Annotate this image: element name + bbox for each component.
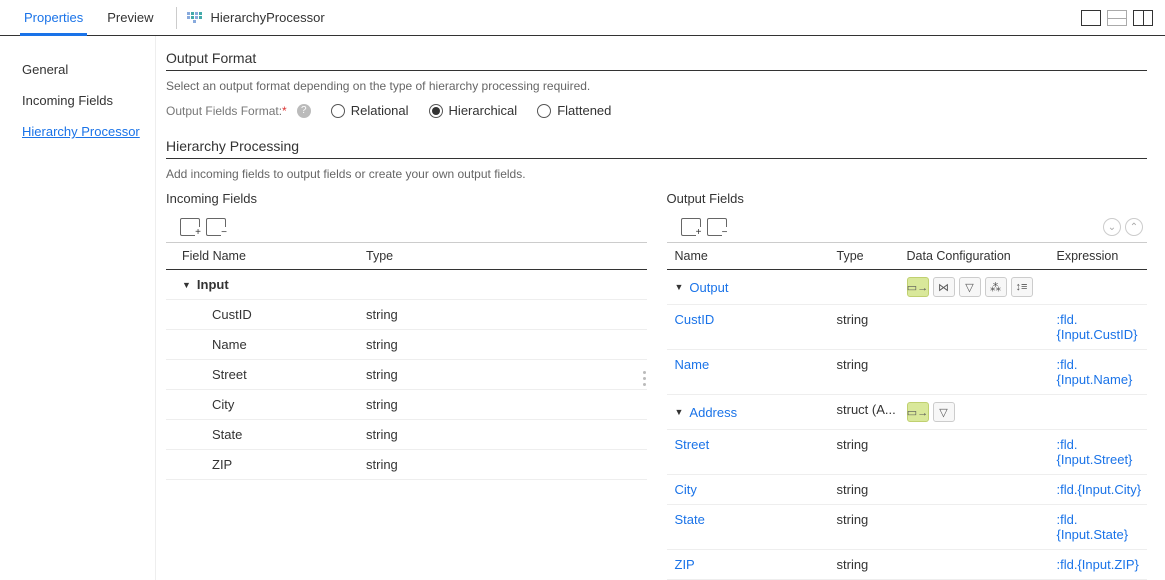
- field-type: string: [837, 482, 907, 497]
- field-name[interactable]: Street: [675, 437, 710, 452]
- drag-handle-icon[interactable]: [643, 371, 646, 386]
- caret-down-icon: ▼: [182, 280, 191, 290]
- sidebar-item-hierarchy-processor[interactable]: Hierarchy Processor: [22, 116, 155, 147]
- expression[interactable]: :fld.{Input.Street}: [1057, 437, 1133, 467]
- output-header-type: Type: [837, 249, 907, 263]
- layout-split-icon[interactable]: [1107, 10, 1127, 26]
- caret-down-icon: ▼: [675, 282, 684, 292]
- group-icon[interactable]: ⁂: [985, 277, 1007, 297]
- expression[interactable]: :fld.{Input.ZIP}: [1057, 557, 1139, 572]
- scroll-up-icon[interactable]: ⌃: [1125, 218, 1143, 236]
- expression[interactable]: :fld.{Input.Name}: [1057, 357, 1133, 387]
- filter-icon[interactable]: ▽: [959, 277, 981, 297]
- table-row[interactable]: Street string :fld.{Input.Street}: [667, 430, 1148, 475]
- field-name[interactable]: Name: [675, 357, 710, 372]
- field-type: struct (A...: [837, 402, 907, 422]
- output-header-data-config: Data Configuration: [907, 249, 1057, 263]
- sidebar-item-general[interactable]: General: [22, 54, 155, 85]
- radio-hierarchical[interactable]: Hierarchical: [429, 103, 518, 118]
- layout-dual-icon[interactable]: [1133, 10, 1153, 26]
- filter-icon[interactable]: ▽: [933, 402, 955, 422]
- field-name[interactable]: State: [675, 512, 705, 527]
- table-row[interactable]: Streetstring: [166, 360, 647, 390]
- data-source-icon[interactable]: ▭→: [907, 402, 929, 422]
- table-row[interactable]: ZIPstring: [166, 450, 647, 480]
- processor-icon: [187, 10, 203, 26]
- output-header-expression: Expression: [1057, 249, 1148, 263]
- field-name[interactable]: ZIP: [675, 557, 695, 572]
- table-row[interactable]: Namestring: [166, 330, 647, 360]
- output-fields-format-label: Output Fields Format:*: [166, 104, 287, 118]
- data-source-icon[interactable]: ▭→: [907, 277, 929, 297]
- field-type: string: [366, 457, 647, 472]
- processor-title: HierarchyProcessor: [211, 10, 325, 25]
- field-type: string: [837, 512, 907, 542]
- radio-flattened[interactable]: Flattened: [537, 103, 611, 118]
- expression[interactable]: :fld.{Input.CustID}: [1057, 312, 1138, 342]
- help-icon[interactable]: ?: [297, 104, 311, 118]
- field-name: City: [166, 397, 366, 412]
- scroll-down-icon[interactable]: ⌄: [1103, 218, 1121, 236]
- field-name: CustID: [166, 307, 366, 322]
- table-row[interactable]: City string :fld.{Input.City}: [667, 475, 1148, 505]
- incoming-fields-title: Incoming Fields: [166, 191, 647, 206]
- table-row[interactable]: CustIDstring: [166, 300, 647, 330]
- table-row[interactable]: Statestring: [166, 420, 647, 450]
- incoming-root-row[interactable]: ▼Input: [166, 270, 647, 300]
- sort-icon[interactable]: ↕≡: [1011, 277, 1033, 297]
- field-type: string: [366, 397, 647, 412]
- field-type: string: [366, 337, 647, 352]
- output-fields-title: Output Fields: [667, 191, 1148, 206]
- table-row[interactable]: Citystring: [166, 390, 647, 420]
- field-type: string: [366, 367, 647, 382]
- collapse-all-output-icon[interactable]: [707, 218, 727, 236]
- output-format-subtitle: Select an output format depending on the…: [166, 79, 1147, 93]
- separator: [176, 7, 177, 29]
- table-row[interactable]: Name string :fld.{Input.Name}: [667, 350, 1148, 395]
- incoming-header-type: Type: [366, 249, 647, 263]
- caret-down-icon: ▼: [675, 407, 684, 417]
- expand-all-output-icon[interactable]: [681, 218, 701, 236]
- hierarchy-processing-title: Hierarchy Processing: [166, 138, 1147, 159]
- field-name[interactable]: CustID: [675, 312, 715, 327]
- hierarchy-processing-subtitle: Add incoming fields to output fields or …: [166, 167, 1147, 181]
- field-type: string: [837, 357, 907, 387]
- field-type: string: [837, 557, 907, 572]
- field-type: string: [366, 307, 647, 322]
- collapse-all-icon[interactable]: [206, 218, 226, 236]
- tab-preview[interactable]: Preview: [95, 0, 165, 35]
- field-name: Street: [166, 367, 366, 382]
- table-row[interactable]: ▼ Address struct (A...▭→▽: [667, 395, 1148, 430]
- field-type: string: [366, 427, 647, 442]
- field-name: ZIP: [166, 457, 366, 472]
- field-name: Name: [166, 337, 366, 352]
- tab-properties[interactable]: Properties: [12, 0, 95, 35]
- field-type: string: [837, 312, 907, 342]
- sidebar-item-incoming-fields[interactable]: Incoming Fields: [22, 85, 155, 116]
- output-root-row[interactable]: ▼Output ▭→ ⋈ ▽ ⁂ ↕≡: [667, 270, 1148, 305]
- radio-relational[interactable]: Relational: [331, 103, 409, 118]
- output-header-name: Name: [667, 249, 837, 263]
- field-name: State: [166, 427, 366, 442]
- expression[interactable]: :fld.{Input.State}: [1057, 512, 1129, 542]
- expand-all-icon[interactable]: [180, 218, 200, 236]
- expression[interactable]: :fld.{Input.City}: [1057, 482, 1142, 497]
- table-row[interactable]: State string :fld.{Input.State}: [667, 505, 1148, 550]
- output-format-title: Output Format: [166, 50, 1147, 71]
- field-name[interactable]: Address: [689, 405, 737, 420]
- layout-full-icon[interactable]: [1081, 10, 1101, 26]
- incoming-header-field-name: Field Name: [166, 249, 366, 263]
- field-type: string: [837, 437, 907, 467]
- field-name[interactable]: City: [675, 482, 697, 497]
- table-row[interactable]: CustID string :fld.{Input.CustID}: [667, 305, 1148, 350]
- join-icon[interactable]: ⋈: [933, 277, 955, 297]
